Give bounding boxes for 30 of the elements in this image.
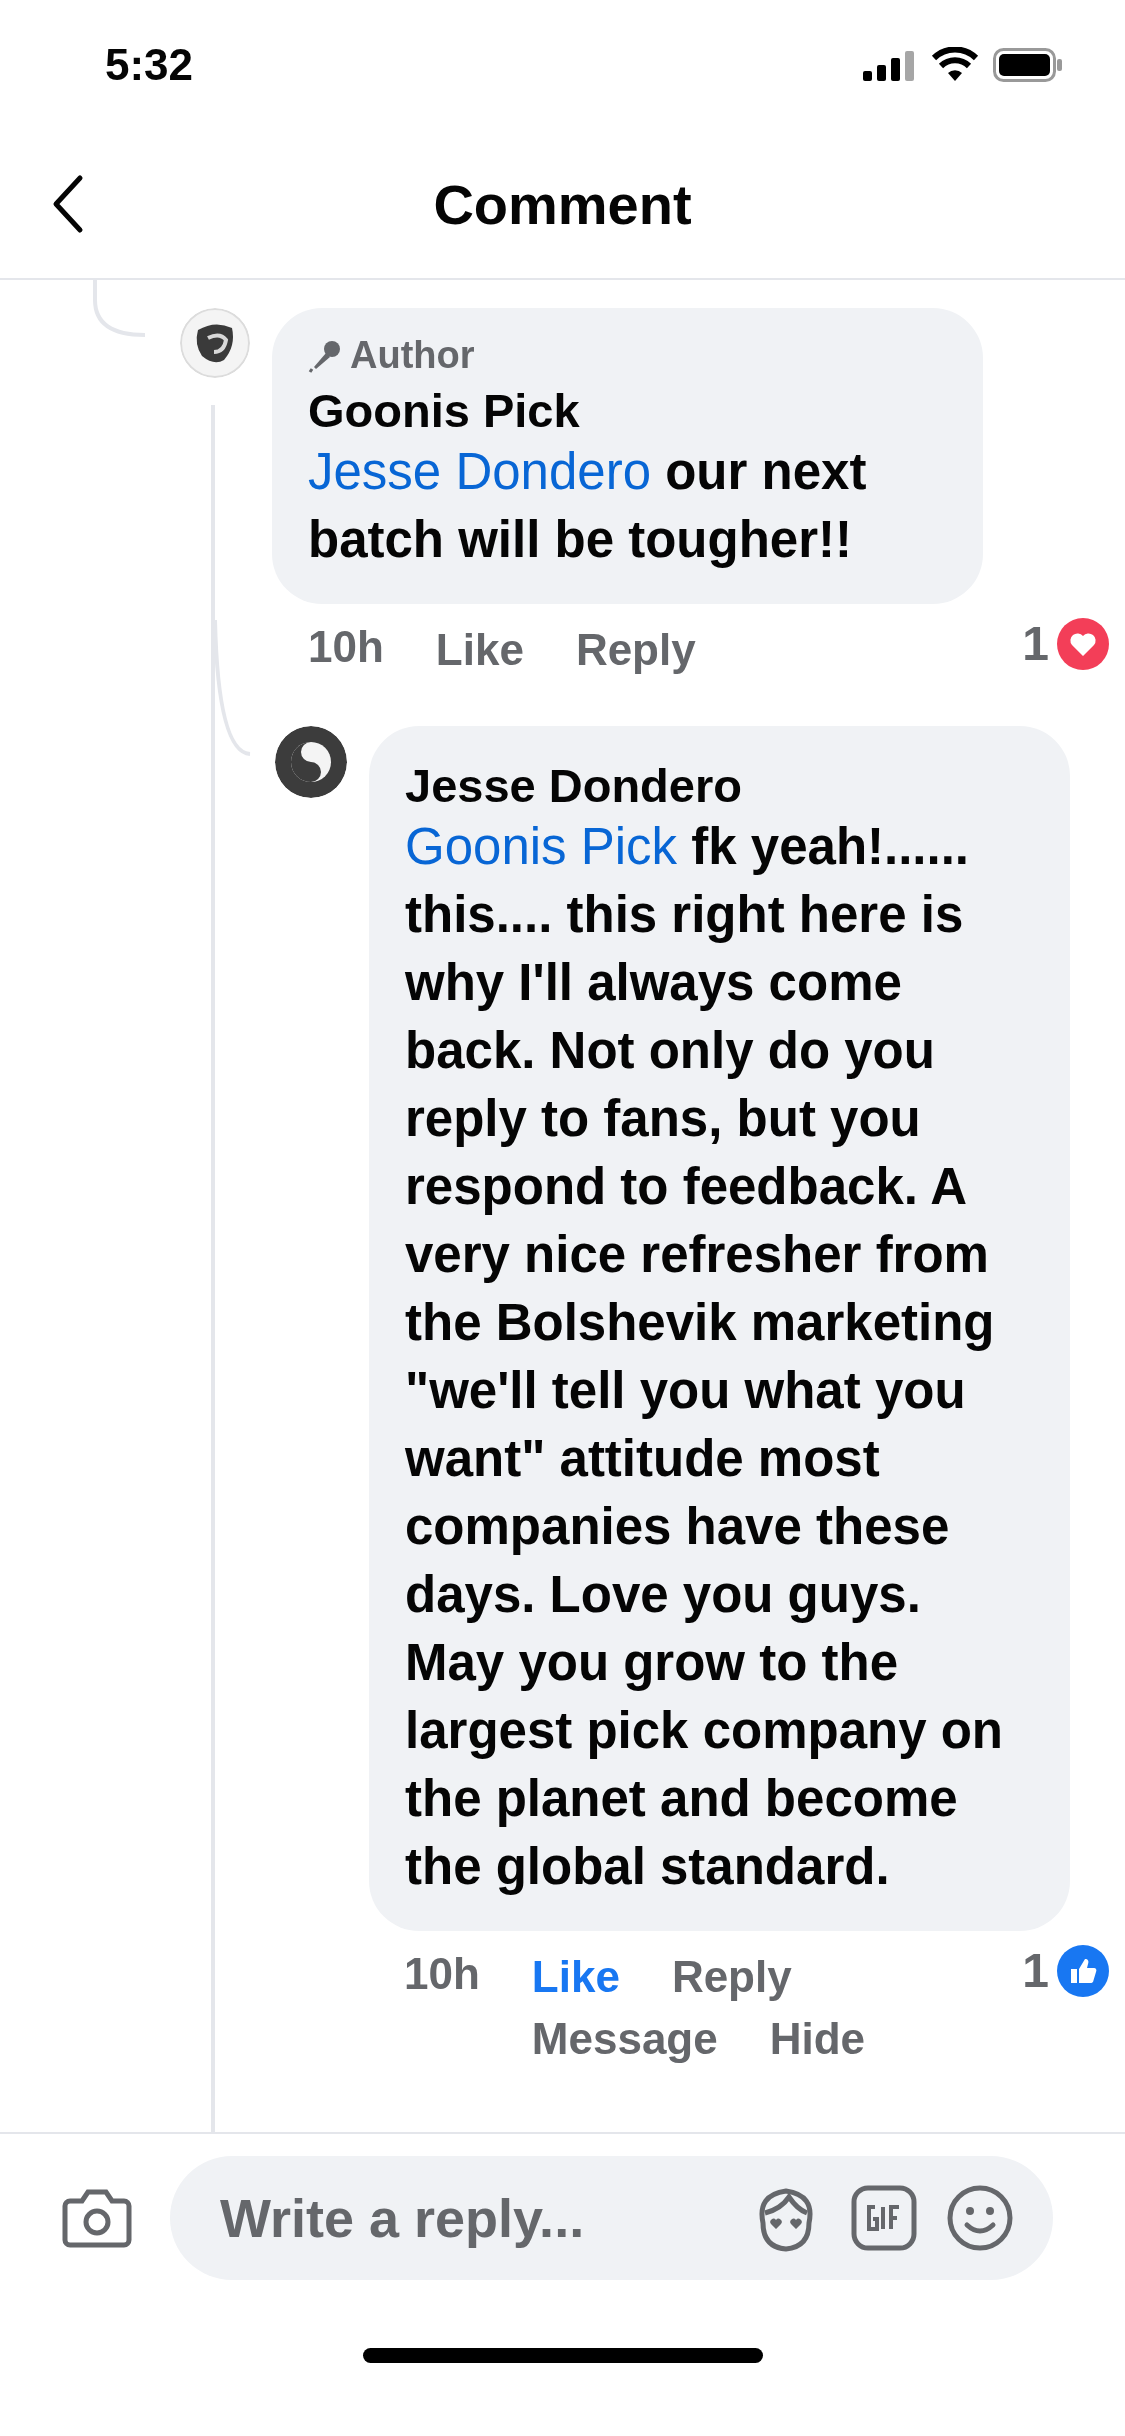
comment-text: Goonis Pick fk yeah!...... this.... this right here is why I'll always come back. Not only do you reply to fans, but you respond to feedback. A very nice refresher from the Bolshevik marketing "we'll tell you what you want" attitude most companies have these days. Love you guys. May you grow to the largest pick company on the planet and become the global standard. xyxy=(405,817,1004,1897)
comment-author[interactable]: Jesse Dondero xyxy=(405,758,1034,813)
reply-link[interactable]: Reply xyxy=(575,622,696,678)
gif-icon[interactable] xyxy=(851,2185,917,2251)
avatar[interactable] xyxy=(275,726,347,798)
avatar[interactable] xyxy=(180,308,250,378)
like-link[interactable]: Like xyxy=(435,622,524,678)
status-time: 5:32 xyxy=(105,40,194,90)
reply-placeholder: Write a reply... xyxy=(220,2187,586,2249)
comment-text: Jesse Dondero our next batch will be tougher!! xyxy=(308,442,868,570)
emoji-icon[interactable] xyxy=(947,2185,1013,2251)
microphone-icon xyxy=(308,338,342,373)
mention-link[interactable]: Jesse Dondero xyxy=(308,443,652,500)
battery-icon xyxy=(993,48,1063,82)
mention-link[interactable]: Goonis Pick xyxy=(405,818,678,875)
camera-icon[interactable] xyxy=(62,2187,132,2249)
hide-link[interactable]: Hide xyxy=(769,2011,866,2067)
comment-time: 10h xyxy=(404,1949,480,1999)
page-title: Comment xyxy=(433,171,692,237)
message-link[interactable]: Message xyxy=(531,2011,718,2067)
signal-icon xyxy=(863,49,917,81)
reply-field[interactable]: Write a reply... xyxy=(170,2156,1053,2280)
reply-link[interactable]: Reply xyxy=(671,1949,792,2005)
wifi-icon xyxy=(931,47,979,83)
reaction-count: 1 xyxy=(1022,616,1049,671)
author-label: Author xyxy=(350,334,475,377)
like-link[interactable]: Like xyxy=(531,1949,620,2005)
comment-author[interactable]: Goonis Pick xyxy=(308,383,947,438)
reaction-count: 1 xyxy=(1022,1943,1049,1998)
comment-time: 10h xyxy=(308,622,384,672)
